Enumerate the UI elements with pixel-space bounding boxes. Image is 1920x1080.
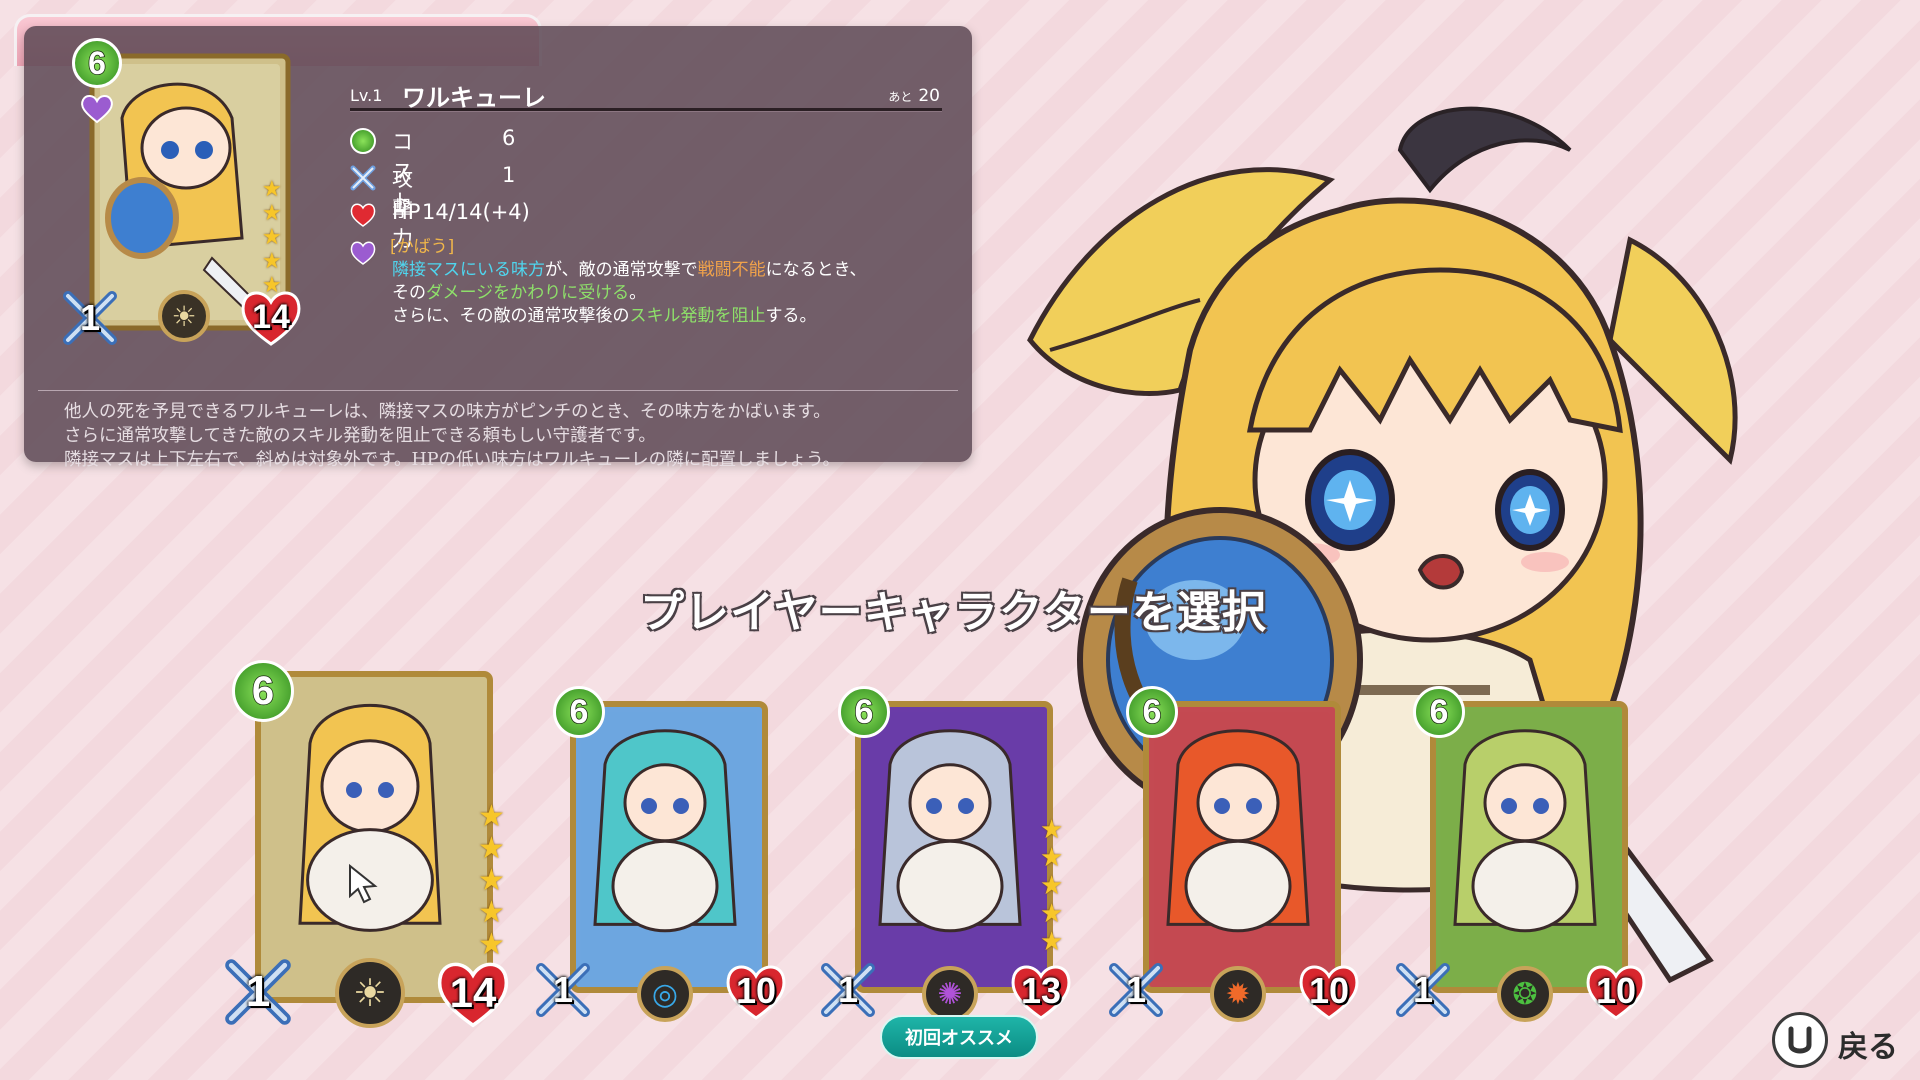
rarity-stars: ★ ★ ★ ★ ★ <box>1040 814 1064 957</box>
cursor-pointer-icon <box>348 863 378 904</box>
dark-element-icon: ✺ <box>922 966 978 1022</box>
character-card-5[interactable]: 6 1 ❂ 10 <box>1396 686 1646 1022</box>
remaining-exp: あと 20 <box>888 86 940 106</box>
cost-orb-icon <box>350 128 376 154</box>
attack-badge: 1 <box>820 962 876 1018</box>
wind-element-icon: ❂ <box>1497 966 1553 1022</box>
attack-badge: 1 <box>224 958 292 1026</box>
detail-stars: ★ ★ ★ ★ ★ <box>262 177 282 298</box>
light-element-icon: ☀ <box>158 290 210 342</box>
character-select-screen: ★ ★ ★ ★ ★ 6 1 ☀ 14 Lv.1 ワルキューレ あと 20 コスト… <box>0 0 1920 1080</box>
screen-title: プレイヤーキャラクターを選択 <box>640 587 1267 638</box>
cost-badge: 6 <box>1413 686 1465 738</box>
level-label: Lv.1 <box>350 86 383 105</box>
cost-badge: 6 <box>1126 686 1178 738</box>
hp-badge: 10 <box>1585 962 1647 1020</box>
character-lore: 他人の死を予見できるワルキューレは、隣接マスの味方がピンチのとき、その味方をかば… <box>64 402 841 470</box>
skill-description: [かばう] 隣接マスにいる味方が、敵の通常攻撃で戦闘不能になるとき、 そのダメー… <box>350 236 950 328</box>
detail-attack-badge: 1 <box>62 290 118 346</box>
hp-badge: 13 <box>1010 962 1072 1020</box>
attack-badge: 1 <box>1395 962 1451 1018</box>
level-underline <box>350 108 942 112</box>
fire-element-icon: ✹ <box>1210 966 1266 1022</box>
attack-badge: 1 <box>535 962 591 1018</box>
character-card-4[interactable]: 6 1 ✹ 10 <box>1109 686 1359 1022</box>
swords-icon <box>350 165 376 191</box>
first-time-recommend-button[interactable]: 初回オススメ <box>880 1015 1038 1059</box>
hp-badge: 10 <box>1298 962 1360 1020</box>
cost-badge: 6 <box>553 686 605 738</box>
character-card-1[interactable]: ★ ★ ★ ★ ★ 6 1 ☀ 14 <box>225 660 510 1028</box>
description-divider <box>38 390 958 391</box>
level-name-row: Lv.1 ワルキューレ あと 20 <box>350 76 940 112</box>
skill-name: [かばう] <box>390 237 455 257</box>
detail-card: ★ ★ ★ ★ ★ 6 1 ☀ 14 <box>62 38 302 348</box>
rarity-stars: ★ ★ ★ ★ ★ <box>478 798 505 962</box>
detail-hp-badge: 14 <box>240 288 302 346</box>
back-button[interactable]: 戻る <box>1772 1012 1912 1068</box>
character-detail-panel: ★ ★ ★ ★ ★ 6 1 ☀ 14 Lv.1 ワルキューレ あと 20 コスト… <box>24 26 972 470</box>
heart-lock-icon <box>80 94 114 124</box>
cost-badge: 6 <box>232 660 294 722</box>
detail-cost-badge: 6 <box>72 38 122 88</box>
hp-badge: 10 <box>725 962 787 1020</box>
light-element-icon: ☀ <box>335 958 405 1028</box>
hp-badge: 14 <box>436 958 510 1028</box>
attack-badge: 1 <box>1108 962 1164 1018</box>
character-card-2[interactable]: 6 1 ◎ 10 <box>536 686 786 1022</box>
cost-badge: 6 <box>838 686 890 738</box>
character-card-3[interactable]: ★ ★ ★ ★ ★ 6 1 ✺ 13 <box>821 686 1071 1022</box>
heart-icon <box>350 202 376 228</box>
water-element-icon: ◎ <box>637 966 693 1022</box>
back-icon <box>1772 1012 1828 1068</box>
